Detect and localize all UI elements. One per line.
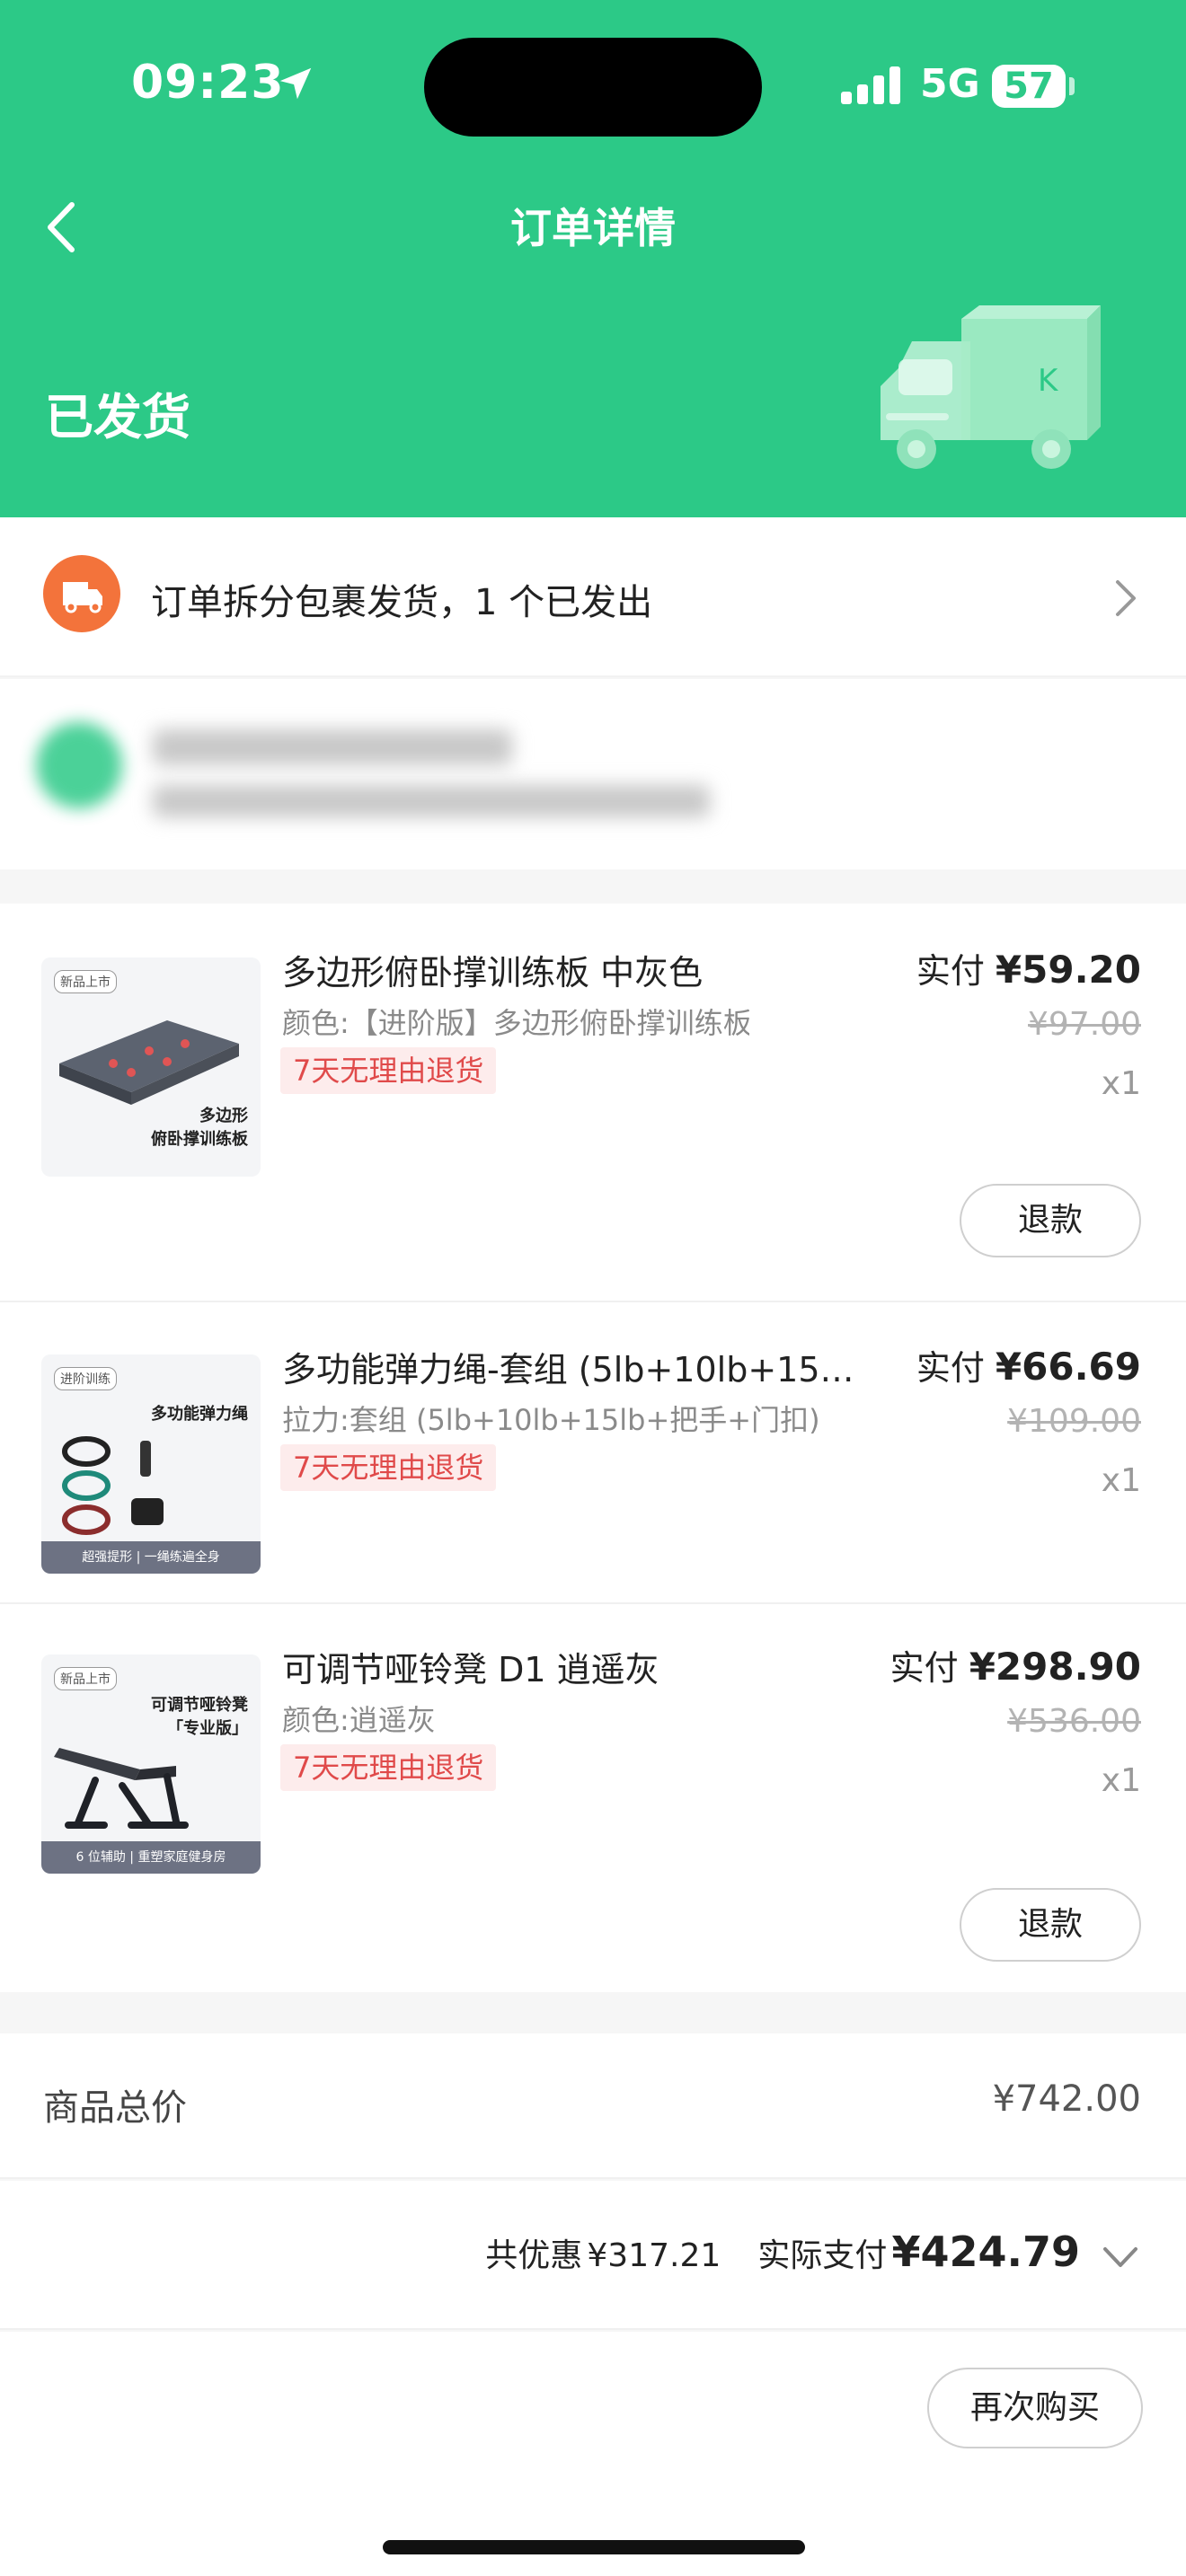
chevron-right-icon[interactable] <box>1112 577 1139 620</box>
order-item[interactable]: 新品上市 可调节哑铃凳 「专业版」 6 位辅助 | 重塑家庭健身房 可调节哑铃凳… <box>0 1604 1186 1992</box>
shipping-notice-text: 订单拆分包裹发货，1 个已发出 <box>151 582 653 623</box>
refund-button[interactable]: 退款 <box>960 1888 1141 1962</box>
original-price: ¥536.00 <box>1007 1703 1141 1740</box>
refund-button[interactable]: 退款 <box>960 1184 1141 1257</box>
shipping-address-card[interactable] <box>0 679 1186 869</box>
product-name: 可调节哑铃凳 D1 逍遥灰 <box>282 1650 659 1689</box>
paid-price: 实付 ¥298.90 <box>890 1640 1141 1689</box>
battery-icon: 57 <box>992 65 1066 108</box>
thumbnail-band: 超强提形 | 一绳练遍全身 <box>41 1541 261 1574</box>
product-thumbnail[interactable]: 新品上市 可调节哑铃凳 「专业版」 6 位辅助 | 重塑家庭健身房 <box>41 1654 261 1874</box>
actual-paid-value: ¥424.79 <box>891 2228 1080 2276</box>
paid-label: 实付 <box>916 1348 985 1388</box>
footer-actions: 再次购买 <box>0 2332 1186 2576</box>
order-status-label: 已发货 <box>45 389 190 446</box>
total-value: ¥742.00 <box>992 2078 1141 2120</box>
product-spec: 颜色:【进阶版】多边形俯卧撑训练板 <box>282 1006 749 1040</box>
item-quantity: x1 <box>1101 1065 1141 1102</box>
paid-amount: ¥59.20 <box>995 948 1141 992</box>
paid-label: 实付 <box>890 1648 959 1688</box>
payment-summary-row[interactable]: 共优惠 ¥317.21 实际支付 ¥424.79 <box>0 2181 1186 2330</box>
signal-icon <box>841 66 900 104</box>
total-label: 商品总价 <box>43 2087 187 2129</box>
delivery-truck-icon: K <box>881 305 1101 469</box>
return-policy-badge: 7天无理由退货 <box>280 1744 497 1791</box>
product-name: 多边形俯卧撑训练板 中灰色 <box>282 953 704 992</box>
product-spec: 拉力:套组 (5lb+10lb+15lb+把手+门扣) <box>282 1403 820 1437</box>
shipping-notice-row[interactable]: 订单拆分包裹发货，1 个已发出 <box>0 517 1186 677</box>
battery-tip <box>1069 77 1075 95</box>
thumbnail-caption: 可调节哑铃凳 「专业版」 <box>151 1696 248 1738</box>
network-type: 5G <box>920 61 980 107</box>
discount-value: ¥317.21 <box>587 2237 721 2274</box>
order-item[interactable]: 新品上市 多边形 俯卧撑训练板 多边形俯卧撑训练板 中灰色 颜色:【进阶版】多边… <box>0 904 1186 1299</box>
order-header: 09:23 5G 57 订单详情 已发货 K <box>0 0 1186 517</box>
home-indicator[interactable] <box>383 2540 805 2554</box>
order-total-row: 商品总价 ¥742.00 <box>0 2033 1186 2179</box>
status-time: 09:23 <box>131 56 285 110</box>
item-quantity: x1 <box>1101 1762 1141 1799</box>
delivery-van-icon <box>43 555 120 632</box>
product-thumbnail[interactable]: 进阶训练 多功能弹力绳 超强提形 | 一绳练遍全身 <box>41 1354 261 1574</box>
thumbnail-caption: 多边形 俯卧撑训练板 <box>151 1107 248 1149</box>
blurred-address <box>153 785 710 817</box>
location-arrow-icon <box>279 67 312 100</box>
location-pin-icon <box>36 722 122 808</box>
dynamic-island <box>424 38 762 137</box>
product-thumbnail[interactable]: 新品上市 多边形 俯卧撑训练板 <box>41 957 261 1177</box>
item-quantity: x1 <box>1101 1462 1141 1499</box>
order-items-card: 新品上市 多边形 俯卧撑训练板 多边形俯卧撑训练板 中灰色 颜色:【进阶版】多边… <box>0 904 1186 1992</box>
chevron-down-icon[interactable] <box>1102 2244 1139 2271</box>
actual-paid-label: 实际支付 <box>757 2237 888 2274</box>
paid-price: 实付 ¥66.69 <box>916 1340 1141 1389</box>
order-item[interactable]: 进阶训练 多功能弹力绳 超强提形 | 一绳练遍全身 多功能弹力绳-套组 (5lb… <box>0 1302 1186 1602</box>
original-price: ¥97.00 <box>1028 1006 1141 1043</box>
paid-amount: ¥66.69 <box>995 1345 1141 1389</box>
original-price: ¥109.00 <box>1007 1403 1141 1440</box>
payment-summary: 共优惠 ¥317.21 实际支付 ¥424.79 <box>485 2228 1080 2276</box>
return-policy-badge: 7天无理由退货 <box>280 1047 497 1094</box>
blurred-recipient <box>153 729 512 765</box>
paid-price: 实付 ¥59.20 <box>916 943 1141 992</box>
return-policy-badge: 7天无理由退货 <box>280 1444 497 1491</box>
svg-text:K: K <box>1038 363 1059 399</box>
page-title: 订单详情 <box>510 204 676 252</box>
buy-again-button[interactable]: 再次购买 <box>927 2368 1143 2448</box>
discount-label: 共优惠 <box>485 2237 583 2274</box>
status-bar: 09:23 5G 57 <box>0 0 1186 180</box>
thumbnail-band: 6 位辅助 | 重塑家庭健身房 <box>41 1841 261 1874</box>
paid-label: 实付 <box>916 951 985 991</box>
product-name: 多功能弹力绳-套组 (5lb+10lb+15l… <box>282 1350 857 1389</box>
paid-amount: ¥298.90 <box>969 1645 1141 1689</box>
product-spec: 颜色:逍遥灰 <box>282 1703 436 1737</box>
